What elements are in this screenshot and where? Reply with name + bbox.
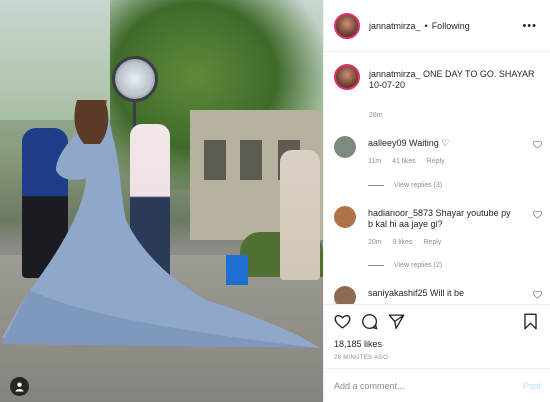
author-avatar[interactable]	[334, 12, 360, 39]
comment-meta: 11m 41 likes Reply	[368, 158, 454, 165]
post-time-ago[interactable]: 28 MINUTES AGO	[334, 355, 388, 361]
author-username[interactable]: jannatmirza_	[369, 21, 421, 31]
like-heart-icon[interactable]	[334, 313, 351, 330]
reply-button[interactable]: Reply	[427, 158, 445, 165]
save-bookmark-icon[interactable]	[522, 313, 539, 330]
view-replies[interactable]: View replies (3)	[368, 182, 442, 189]
user-icon	[15, 382, 24, 392]
post-comment-button[interactable]: Post	[523, 381, 541, 391]
comment-icon[interactable]	[361, 313, 378, 330]
caption-text: jannatmirza_ ONE DAY TO GO. SHAYAR 10-07…	[369, 69, 535, 90]
view-replies-label[interactable]: View replies (3)	[394, 182, 442, 189]
comment-time[interactable]: 11m	[368, 158, 381, 165]
caption-avatar[interactable]	[334, 64, 360, 90]
add-comment-input[interactable]	[334, 380, 523, 391]
studio-light	[112, 56, 158, 102]
replies-line	[368, 184, 384, 186]
comment-likes[interactable]: 9 likes	[393, 239, 413, 246]
caption-time[interactable]: 28m	[369, 112, 383, 119]
share-icon[interactable]	[388, 313, 405, 330]
user-tag-button[interactable]	[10, 377, 29, 396]
gown-figure	[2, 100, 320, 348]
likes-count[interactable]: 18,185 likes	[334, 339, 382, 349]
heart-icon[interactable]	[533, 210, 542, 219]
heart-icon[interactable]	[533, 290, 542, 299]
comment-text: aalleey09 Waiting ♡	[368, 138, 450, 148]
comment-avatar[interactable]	[334, 206, 356, 228]
view-replies-label[interactable]: View replies (2)	[394, 262, 442, 269]
comment-likes[interactable]: 41 likes	[392, 158, 416, 165]
heart-icon[interactable]	[533, 140, 542, 149]
comment-avatar[interactable]	[334, 286, 356, 304]
header-separator: •	[424, 20, 428, 31]
following-button[interactable]: Following	[432, 21, 470, 31]
comment-time[interactable]: 20m	[368, 239, 382, 246]
comment-meta: 20m 9 likes Reply	[368, 239, 450, 246]
comment-avatar[interactable]	[334, 136, 356, 158]
comment-text: hadianoor_5873 Shayar youtube py b kal h…	[368, 208, 511, 229]
view-replies[interactable]: View replies (2)	[368, 262, 442, 269]
comments-list[interactable]: jannatmirza_ ONE DAY TO GO. SHAYAR 10-07…	[324, 52, 550, 304]
post-photo[interactable]	[0, 0, 323, 402]
post-header: jannatmirza_ • Following •••	[324, 0, 550, 52]
more-options-icon[interactable]: •••	[522, 20, 537, 32]
comment-text: saniyakashif25 Will it be	[368, 288, 465, 298]
reply-button[interactable]: Reply	[423, 239, 441, 246]
post-actions: 18,185 likes 28 MINUTES AGO	[324, 304, 550, 368]
add-comment-bar: Post	[324, 368, 550, 402]
post-side-panel: jannatmirza_ • Following ••• jannatmirza…	[323, 0, 550, 402]
replies-line	[368, 264, 384, 266]
